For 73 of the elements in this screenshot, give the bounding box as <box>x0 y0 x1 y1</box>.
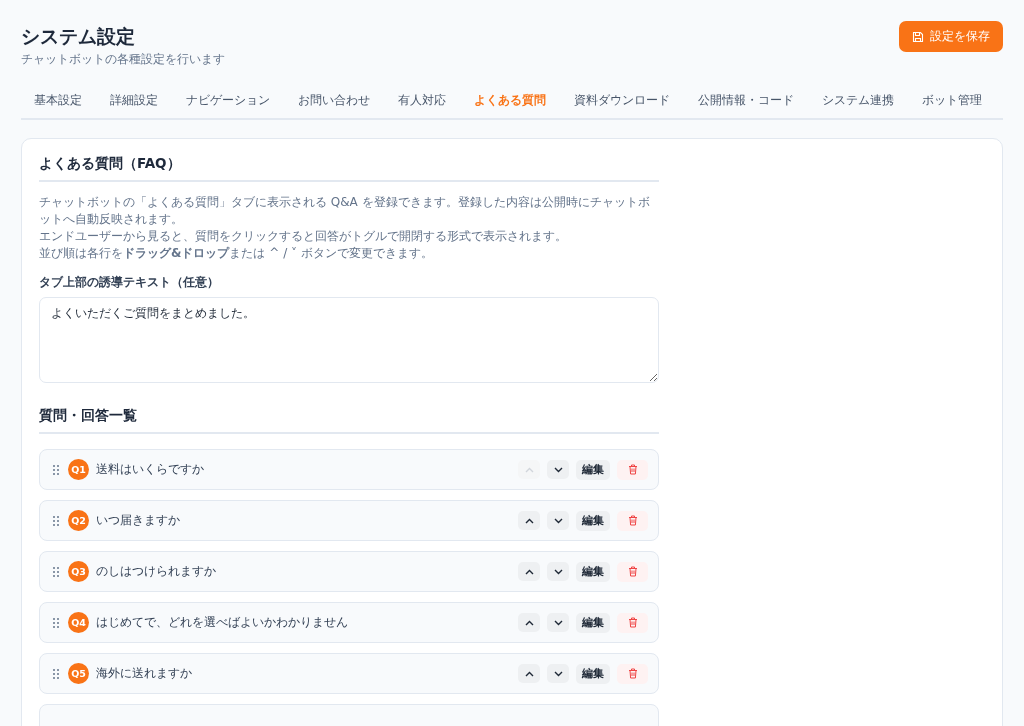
question-text: 海外に送れますか <box>96 666 193 681</box>
move-down-button[interactable] <box>547 613 569 632</box>
settings-tab[interactable]: システム連携 <box>811 93 905 118</box>
drag-handle-icon[interactable] <box>52 514 60 527</box>
faq-row[interactable]: Q5 海外に送れますか 編集 <box>39 653 659 694</box>
list-title: 質問・回答一覧 <box>39 407 659 434</box>
faq-row[interactable]: Q4 はじめてで、どれを選べばよいかわかりません 編集 <box>39 602 659 643</box>
delete-button[interactable] <box>617 663 648 684</box>
chevron-up-icon <box>524 466 534 473</box>
question-number-badge: Q4 <box>68 612 89 633</box>
question-number-badge: Q1 <box>68 459 89 480</box>
move-up-button[interactable] <box>518 511 540 530</box>
description-text: チャットボットの「よくある質問」タブに表示される Q&A を登録できます。登録した内容は公開時にチャットボットへ自動反映されます。 <box>39 194 651 228</box>
move-down-button[interactable] <box>547 511 569 530</box>
delete-button[interactable] <box>617 510 648 531</box>
drag-handle-icon[interactable] <box>52 616 60 629</box>
faq-row[interactable]: Q1 送料はいくらですか 編集 <box>39 449 659 490</box>
save-icon <box>912 30 924 43</box>
chevron-up-icon <box>524 517 534 524</box>
question-text: 送料はいくらですか <box>96 462 205 477</box>
intro-text-field[interactable]: よくいただくご質問をまとめました。 <box>39 297 659 383</box>
question-text: いつ届きますか <box>96 513 181 528</box>
question-number-badge: Q5 <box>68 663 89 684</box>
drag-handle-icon[interactable] <box>52 565 60 578</box>
move-up-button[interactable] <box>518 562 540 581</box>
move-down-button[interactable] <box>547 460 569 479</box>
move-up-button[interactable] <box>518 613 540 632</box>
description-text: 並び順は各行をドラッグ&ドロップまたは ^ / ˅ ボタンで変更できます。 <box>39 245 434 262</box>
move-up-button[interactable] <box>518 664 540 683</box>
trash-icon <box>627 566 638 577</box>
description-text: エンドユーザーから見ると、質問をクリックすると回答がトグルで開閉する形式で表示されます。 <box>39 228 568 245</box>
move-down-button[interactable] <box>547 664 569 683</box>
question-text: はじめてで、どれを選べばよいかわかりません <box>96 615 349 630</box>
faq-row[interactable]: Q2 いつ届きますか 編集 <box>39 500 659 541</box>
section-title: よくある質問（FAQ） <box>39 155 659 182</box>
drag-handle-icon[interactable] <box>52 463 60 476</box>
trash-icon <box>627 464 638 475</box>
settings-tab[interactable]: 詳細設定 <box>99 93 169 118</box>
question-number-badge: Q3 <box>68 561 89 582</box>
chevron-down-icon <box>553 517 563 524</box>
trash-icon <box>627 515 638 526</box>
settings-tab[interactable]: 有人対応 <box>387 93 457 118</box>
chevron-up-icon <box>524 619 534 626</box>
settings-tab[interactable]: ボット管理 <box>911 93 993 118</box>
chevron-up-icon <box>524 568 534 575</box>
edit-button[interactable]: 編集 <box>576 561 610 582</box>
move-down-button[interactable] <box>547 562 569 581</box>
edit-button[interactable]: 編集 <box>576 510 610 531</box>
chevron-down-icon <box>553 466 563 473</box>
edit-button[interactable]: 編集 <box>576 612 610 633</box>
chevron-down-icon <box>553 670 563 677</box>
drag-handle-icon[interactable] <box>52 667 60 680</box>
settings-tab[interactable]: 資料ダウンロード <box>563 93 681 118</box>
edit-button[interactable]: 編集 <box>576 663 610 684</box>
trash-icon <box>627 617 638 628</box>
page-subtitle: チャットボットの各種設定を行います <box>21 52 225 67</box>
delete-button[interactable] <box>617 459 648 480</box>
chevron-down-icon <box>553 568 563 575</box>
settings-tab[interactable]: 基本設定 <box>23 93 93 118</box>
trash-icon <box>627 668 638 679</box>
question-text: のしはつけられますか <box>96 564 217 579</box>
question-number-badge: Q2 <box>68 510 89 531</box>
field-label: タブ上部の誘導テキスト（任意） <box>39 274 220 291</box>
faq-row[interactable]: Q3 のしはつけられますか 編集 <box>39 551 659 592</box>
delete-button[interactable] <box>617 612 648 633</box>
settings-tab[interactable]: 公開情報・コード <box>687 93 805 118</box>
edit-button[interactable]: 編集 <box>576 459 610 480</box>
settings-tab[interactable]: お問い合わせ <box>287 93 381 118</box>
delete-button[interactable] <box>617 561 648 582</box>
page-title: システム設定 <box>21 24 136 49</box>
chevron-down-icon <box>553 619 563 626</box>
chevron-up-icon <box>524 670 534 677</box>
settings-tab[interactable]: ナビゲーション <box>175 93 281 118</box>
